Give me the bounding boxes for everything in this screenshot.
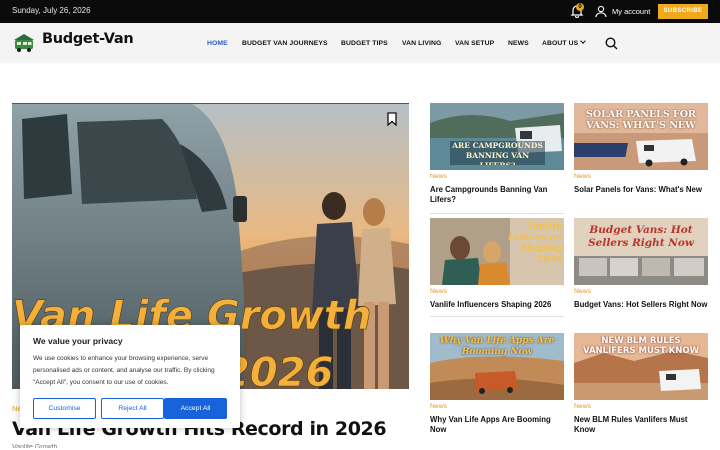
card-image[interactable]: SOLAR PANELS FOR VANS: WHAT'S NEW	[574, 103, 708, 170]
card-image-text: ARE CAMPGROUNDS BANNING VAN LIFERS?	[452, 141, 543, 165]
card-photo: Budget Vans: Hot Sellers Right Now	[574, 218, 708, 285]
nav-budget-tips[interactable]: BUDGET TIPS	[341, 40, 388, 47]
card-title[interactable]: Solar Panels for Vans: What's New	[574, 185, 710, 195]
notification-badge: 0	[576, 3, 584, 11]
card-category[interactable]: News	[430, 288, 447, 295]
nav-news[interactable]: NEWS	[508, 40, 529, 47]
user-icon[interactable]	[595, 5, 607, 17]
chevron-down-icon	[580, 38, 587, 44]
card-photo: ARE CAMPGROUNDS BANNING VAN LIFERS?	[430, 103, 564, 170]
card-category[interactable]: News	[574, 173, 591, 180]
divider	[430, 316, 564, 317]
site-logo-text[interactable]: Budget-Van	[42, 31, 134, 47]
card-photo: SOLAR PANELS FOR VANS: WHAT'S NEW	[574, 103, 708, 170]
card-photo: NEW BLM RULES VANLIFERS MUST KNOW	[574, 333, 708, 400]
nav-about-us[interactable]: ABOUT US	[542, 38, 587, 47]
current-date: Sunday, July 26, 2026	[12, 6, 91, 15]
card-image-text: SOLAR PANELS FOR VANS: WHAT'S NEW	[586, 109, 696, 131]
bookmark-icon[interactable]	[386, 112, 398, 126]
card-image[interactable]: Vanlife Influencers Shaping 2026	[430, 218, 564, 285]
logo-van-icon[interactable]	[13, 33, 35, 53]
card-photo: Why Van Life Apps Are Booming Now	[430, 333, 564, 400]
card-photo: Vanlife Influencers Shaping 2026	[430, 218, 564, 285]
top-bar: Sunday, July 26, 2026 0 My account SUBSC…	[0, 0, 720, 23]
card-image-text: Why Van Life Apps Are Booming Now	[439, 336, 555, 357]
card-title[interactable]: Vanlife Influencers Shaping 2026	[430, 300, 566, 310]
card-image[interactable]: Budget Vans: Hot Sellers Right Now	[574, 218, 708, 285]
card-title[interactable]: Budget Vans: Hot Sellers Right Now	[574, 300, 710, 310]
site-header: Budget-Van HOME BUDGET VAN JOURNEYS BUDG…	[0, 23, 720, 63]
card-category[interactable]: News	[430, 403, 447, 410]
card-image[interactable]: Why Van Life Apps Are Booming Now	[430, 333, 564, 400]
subscribe-button[interactable]: SUBSCRIBE	[658, 4, 708, 19]
accept-all-button[interactable]: Accept All	[164, 398, 227, 419]
nav-van-setup[interactable]: VAN SETUP	[455, 40, 494, 47]
nav-budget-van-journeys[interactable]: BUDGET VAN JOURNEYS	[242, 40, 328, 47]
reject-all-button[interactable]: Reject All	[101, 398, 164, 419]
divider	[430, 213, 564, 214]
card-title[interactable]: New BLM Rules Vanlifers Must Know	[574, 415, 710, 435]
nav-home[interactable]: HOME	[207, 40, 228, 47]
cookie-body: We use cookies to enhance your browsing …	[33, 355, 215, 386]
card-category[interactable]: News	[574, 403, 591, 410]
my-account-link[interactable]: My account	[612, 7, 650, 16]
nav-about-us-label: ABOUT US	[542, 40, 579, 47]
cookie-consent-dialog: We value your privacy We use cookies to …	[20, 325, 240, 428]
card-image[interactable]: ARE CAMPGROUNDS BANNING VAN LIFERS?	[430, 103, 564, 170]
card-title[interactable]: Why Van Life Apps Are Booming Now	[430, 415, 566, 435]
card-image-text: Budget Vans: Hot Sellers Right Now	[588, 224, 694, 249]
card-image-text: NEW BLM RULES VANLIFERS MUST KNOW	[582, 336, 700, 356]
card-category[interactable]: News	[574, 288, 591, 295]
search-icon[interactable]	[605, 37, 618, 50]
card-image[interactable]: NEW BLM RULES VANLIFERS MUST KNOW	[574, 333, 708, 400]
hero-excerpt: Vanlife Growth	[12, 444, 58, 448]
cookie-title: We value your privacy	[33, 336, 123, 346]
nav-van-living[interactable]: VAN LIVING	[402, 40, 441, 47]
card-title[interactable]: Are Campgrounds Banning Van Lifers?	[430, 185, 566, 205]
card-image-text: Vanlife Influencers Shaping 2026	[508, 222, 562, 265]
card-category[interactable]: News	[430, 173, 447, 180]
customise-button[interactable]: Customise	[33, 398, 96, 419]
